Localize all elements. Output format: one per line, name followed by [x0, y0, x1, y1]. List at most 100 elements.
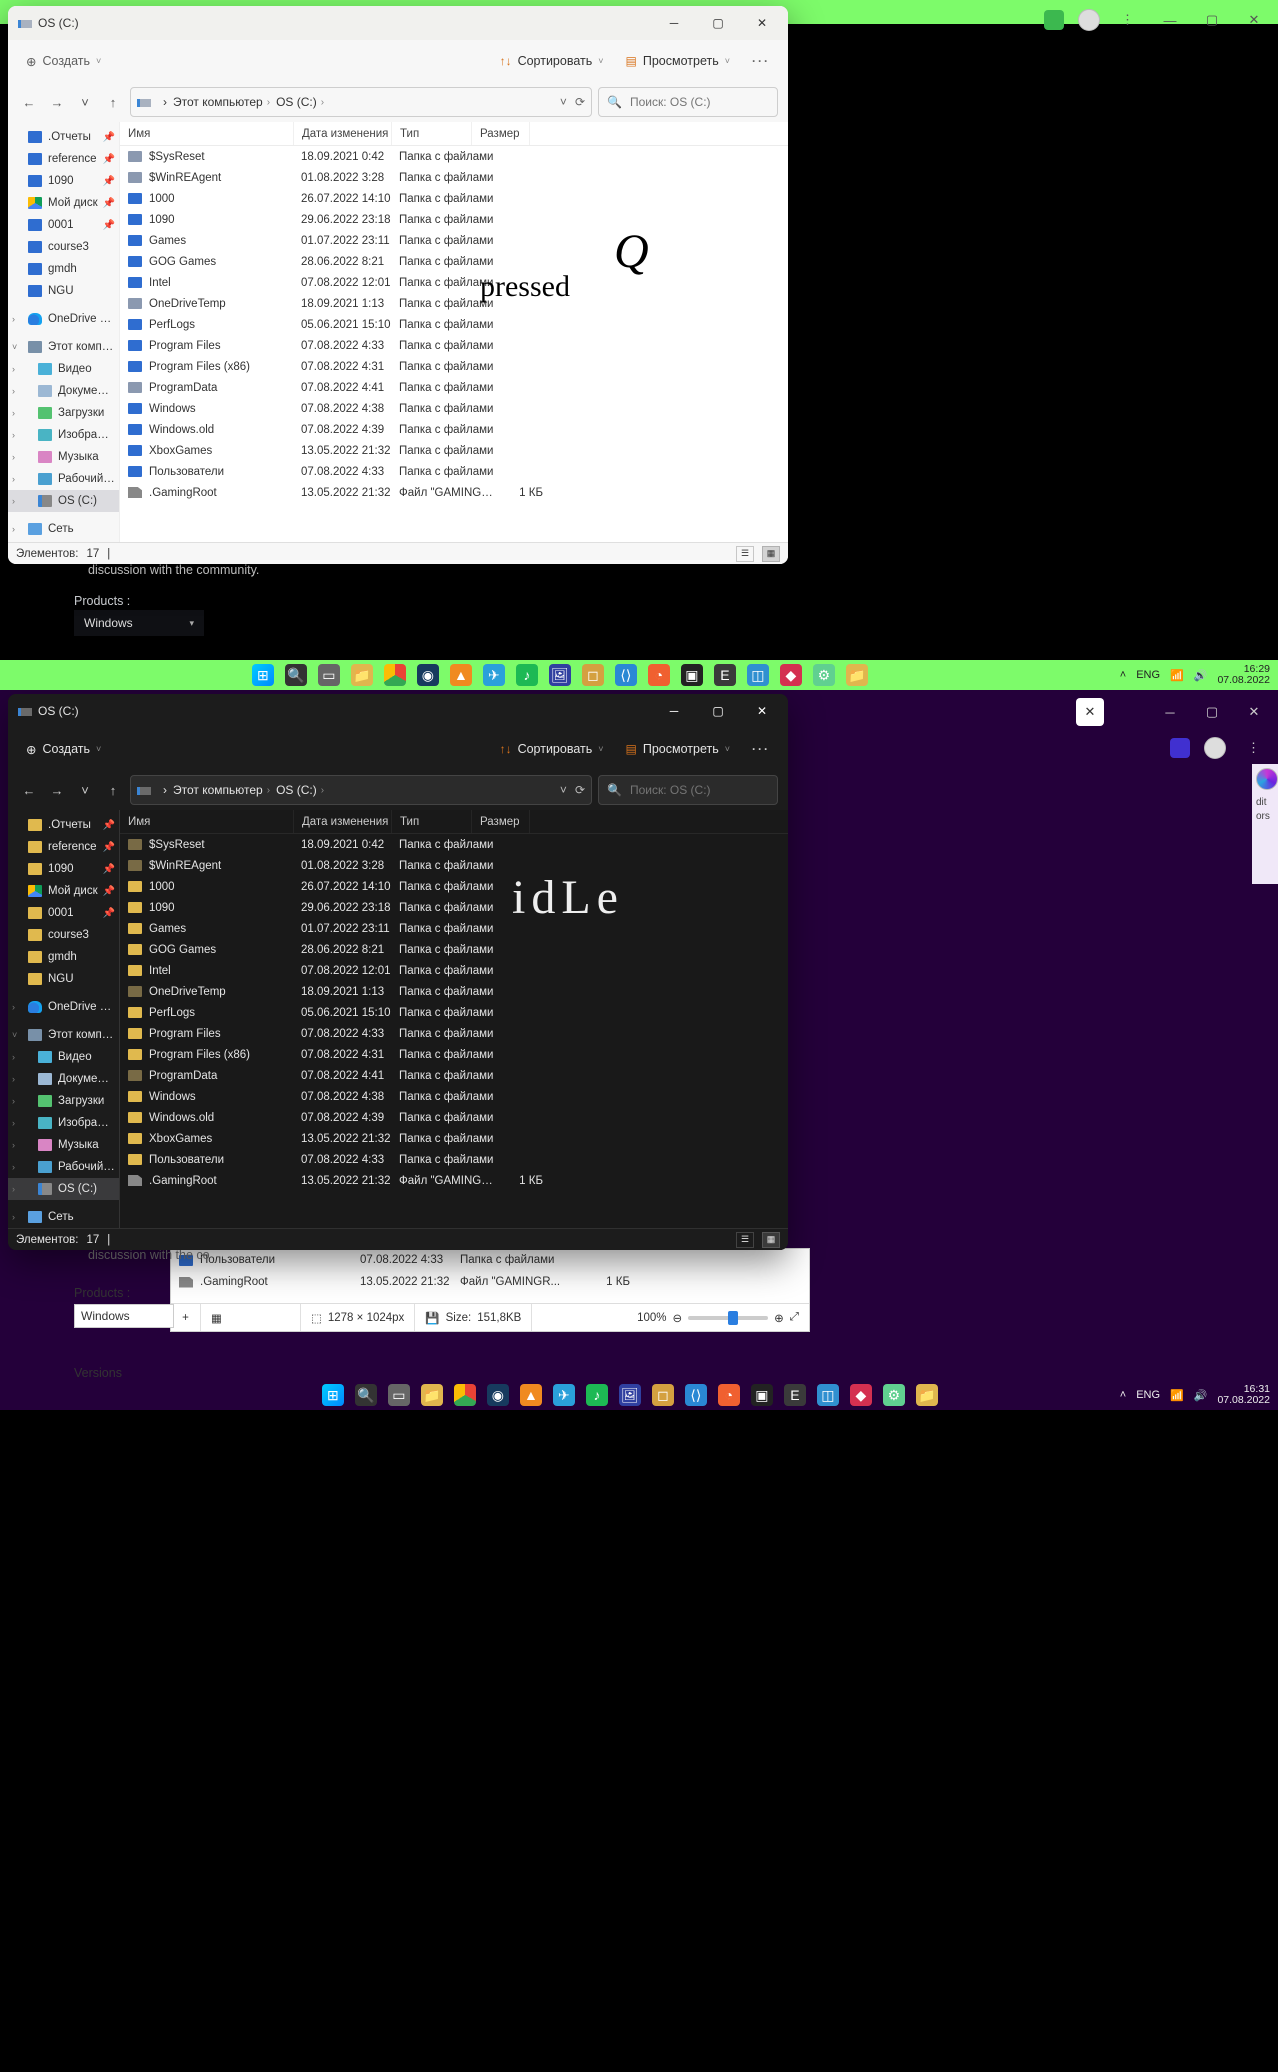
- back-button[interactable]: ←: [18, 777, 40, 803]
- sidebar-item[interactable]: ›Загрузки: [8, 1090, 119, 1112]
- file-list[interactable]: Имя Дата изменения Тип Размер $SysReset1…: [120, 810, 788, 1228]
- browser-min[interactable]: ─: [1156, 698, 1184, 726]
- address-bar[interactable]: › Этот компьютер› OS (C:)› ˅ ⟳: [130, 775, 592, 805]
- files-icon[interactable]: 📁: [421, 1384, 443, 1406]
- sidebar-item[interactable]: ›OneDrive - Perso: [8, 996, 119, 1018]
- sidebar-item[interactable]: ›OS (C:): [8, 1178, 119, 1200]
- app2-icon[interactable]: ◆: [850, 1384, 872, 1406]
- sort-button[interactable]: ↑↓Сортировать˅: [500, 742, 604, 756]
- create-button[interactable]: ⊕ Создать ˅: [26, 742, 101, 757]
- sidebar-item[interactable]: course3: [8, 236, 119, 258]
- table-row[interactable]: OneDriveTemp18.09.2021 1:13Папка с файла…: [120, 981, 788, 1002]
- table-row[interactable]: .GamingRoot13.05.2022 21:32Файл "GAMINGR…: [120, 482, 788, 503]
- browser-minimize-button[interactable]: —: [1156, 6, 1184, 34]
- close-button[interactable]: ✕: [740, 8, 784, 38]
- sidebar-item[interactable]: reference📌: [8, 836, 119, 858]
- details-view-button[interactable]: ☰: [736, 1232, 754, 1248]
- search-icon[interactable]: 🔍: [285, 664, 307, 686]
- col-date[interactable]: Дата изменения: [294, 122, 392, 145]
- table-row[interactable]: Program Files (x86)07.08.2022 4:31Папка …: [120, 356, 788, 377]
- taskview-icon[interactable]: ▭: [388, 1384, 410, 1406]
- taskview-icon[interactable]: ▭: [318, 664, 340, 686]
- explorer-icon[interactable]: 📁: [916, 1384, 938, 1406]
- wifi-icon[interactable]: 📶: [1170, 669, 1184, 682]
- table-row[interactable]: PerfLogs05.06.2021 15:10Папка с файлами: [120, 1002, 788, 1023]
- sidebar-item[interactable]: NGU: [8, 968, 119, 990]
- table-row[interactable]: Program Files07.08.2022 4:33Папка с файл…: [120, 1023, 788, 1044]
- col-size[interactable]: Размер: [472, 122, 530, 145]
- viewer-zoom[interactable]: 100% ⊖ ⊕ ⤢: [627, 1304, 809, 1331]
- products-select-dark[interactable]: Windows: [74, 1304, 174, 1328]
- table-row[interactable]: XboxGames13.05.2022 21:32Папка с файлами: [120, 440, 788, 461]
- zoom-fit-icon[interactable]: ⤢: [790, 1311, 799, 1324]
- term-icon[interactable]: ▣: [751, 1384, 773, 1406]
- minimize-button[interactable]: ─: [652, 8, 696, 38]
- titlebar[interactable]: OS (C:) ─ ▢ ✕: [8, 6, 788, 40]
- sidebar-item[interactable]: Мой диск📌: [8, 880, 119, 902]
- table-row[interactable]: Windows07.08.2022 4:38Папка с файлами: [120, 398, 788, 419]
- tg-icon[interactable]: ✈: [553, 1384, 575, 1406]
- table-row[interactable]: GOG Games28.06.2022 8:21Папка с файлами: [120, 939, 788, 960]
- wallpaper-icon[interactable]: 🖼: [549, 664, 571, 686]
- tray-expand-icon[interactable]: ˄: [1120, 669, 1126, 681]
- sidebar-item[interactable]: ›Загрузки: [8, 402, 119, 424]
- sidebar-item[interactable]: Мой диск📌: [8, 192, 119, 214]
- sidebar[interactable]: .Отчеты📌reference📌1090📌Мой диск📌0001📌cou…: [8, 810, 120, 1228]
- sidebar-item[interactable]: 1090📌: [8, 858, 119, 880]
- col-type[interactable]: Тип: [392, 122, 472, 145]
- spotify-icon[interactable]: ♪: [586, 1384, 608, 1406]
- app2-icon[interactable]: ◆: [780, 664, 802, 686]
- extension-icon[interactable]: [1170, 738, 1190, 758]
- table-row[interactable]: Windows.old07.08.2022 4:39Папка с файлам…: [120, 1107, 788, 1128]
- spotify-icon[interactable]: ♪: [516, 664, 538, 686]
- steam-icon[interactable]: ◉: [417, 664, 439, 686]
- sidebar-item[interactable]: ›Рабочий стол: [8, 468, 119, 490]
- browser-menu-icon[interactable]: ⋮: [1114, 6, 1142, 34]
- table-row[interactable]: Games01.07.2022 23:11Папка с файлами: [120, 230, 788, 251]
- icons-view-button[interactable]: ▦: [762, 546, 780, 562]
- table-row[interactable]: Windows.old07.08.2022 4:39Папка с файлам…: [120, 419, 788, 440]
- table-row[interactable]: $SysReset18.09.2021 0:42Папка с файлами: [120, 834, 788, 855]
- table-row[interactable]: 100026.07.2022 14:10Папка с файлами: [120, 876, 788, 897]
- sidebar-item[interactable]: 1090📌: [8, 170, 119, 192]
- history-button[interactable]: ˅: [560, 95, 567, 109]
- clock[interactable]: 16:31 07.08.2022: [1217, 1384, 1270, 1406]
- sidebar-item[interactable]: ›Документы: [8, 1068, 119, 1090]
- forward-button[interactable]: →: [46, 777, 68, 803]
- col-name[interactable]: Имя: [120, 122, 294, 145]
- sidebar-item[interactable]: gmdh: [8, 946, 119, 968]
- table-row[interactable]: Program Files (x86)07.08.2022 4:31Папка …: [120, 1044, 788, 1065]
- sidebar-item[interactable]: gmdh: [8, 258, 119, 280]
- refresh-button[interactable]: ⟳: [575, 783, 585, 797]
- tray-expand-icon[interactable]: ˄: [1120, 1389, 1126, 1401]
- sidebar-item[interactable]: ›Рабочий стол: [8, 1156, 119, 1178]
- sidebar-item[interactable]: ›Сеть: [8, 518, 119, 540]
- chrome-icon[interactable]: [454, 1384, 476, 1406]
- search-icon[interactable]: 🔍: [355, 1384, 377, 1406]
- sidebar-item[interactable]: .Отчеты📌: [8, 814, 119, 836]
- wifi-icon[interactable]: 📶: [1170, 1389, 1184, 1402]
- sidebar-item[interactable]: ›Музыка: [8, 446, 119, 468]
- table-row[interactable]: $SysReset18.09.2021 0:42Папка с файлами: [120, 146, 788, 167]
- recent-button[interactable]: ˅: [74, 777, 96, 803]
- refresh-button[interactable]: ⟳: [575, 95, 585, 109]
- col-date[interactable]: Дата изменения: [294, 810, 392, 833]
- epic-icon[interactable]: E: [784, 1384, 806, 1406]
- more-button[interactable]: ···: [752, 742, 770, 756]
- products-select[interactable]: Windows▾: [74, 610, 204, 636]
- column-headers[interactable]: Имя Дата изменения Тип Размер: [120, 810, 788, 834]
- table-row[interactable]: Program Files07.08.2022 4:33Папка с файл…: [120, 335, 788, 356]
- browser-close-button[interactable]: ✕: [1076, 698, 1104, 726]
- start-icon[interactable]: ⊞: [252, 664, 274, 686]
- crumb-this-pc[interactable]: Этот компьютер: [173, 95, 263, 109]
- sidebar-item[interactable]: 0001📌: [8, 214, 119, 236]
- up-button[interactable]: ↑: [102, 89, 124, 115]
- extension-icon[interactable]: [1044, 10, 1064, 30]
- table-row[interactable]: .GamingRoot13.05.2022 21:32Файл "GAMINGR…: [171, 1271, 809, 1293]
- profile-avatar-icon[interactable]: [1204, 737, 1226, 759]
- browser-close[interactable]: ✕: [1240, 698, 1268, 726]
- table-row[interactable]: PerfLogs05.06.2021 15:10Папка с файлами: [120, 314, 788, 335]
- vlc-icon[interactable]: ▲: [520, 1384, 542, 1406]
- explorer-icon[interactable]: 📁: [846, 664, 868, 686]
- zoom-in-icon[interactable]: ⊕: [774, 1311, 784, 1325]
